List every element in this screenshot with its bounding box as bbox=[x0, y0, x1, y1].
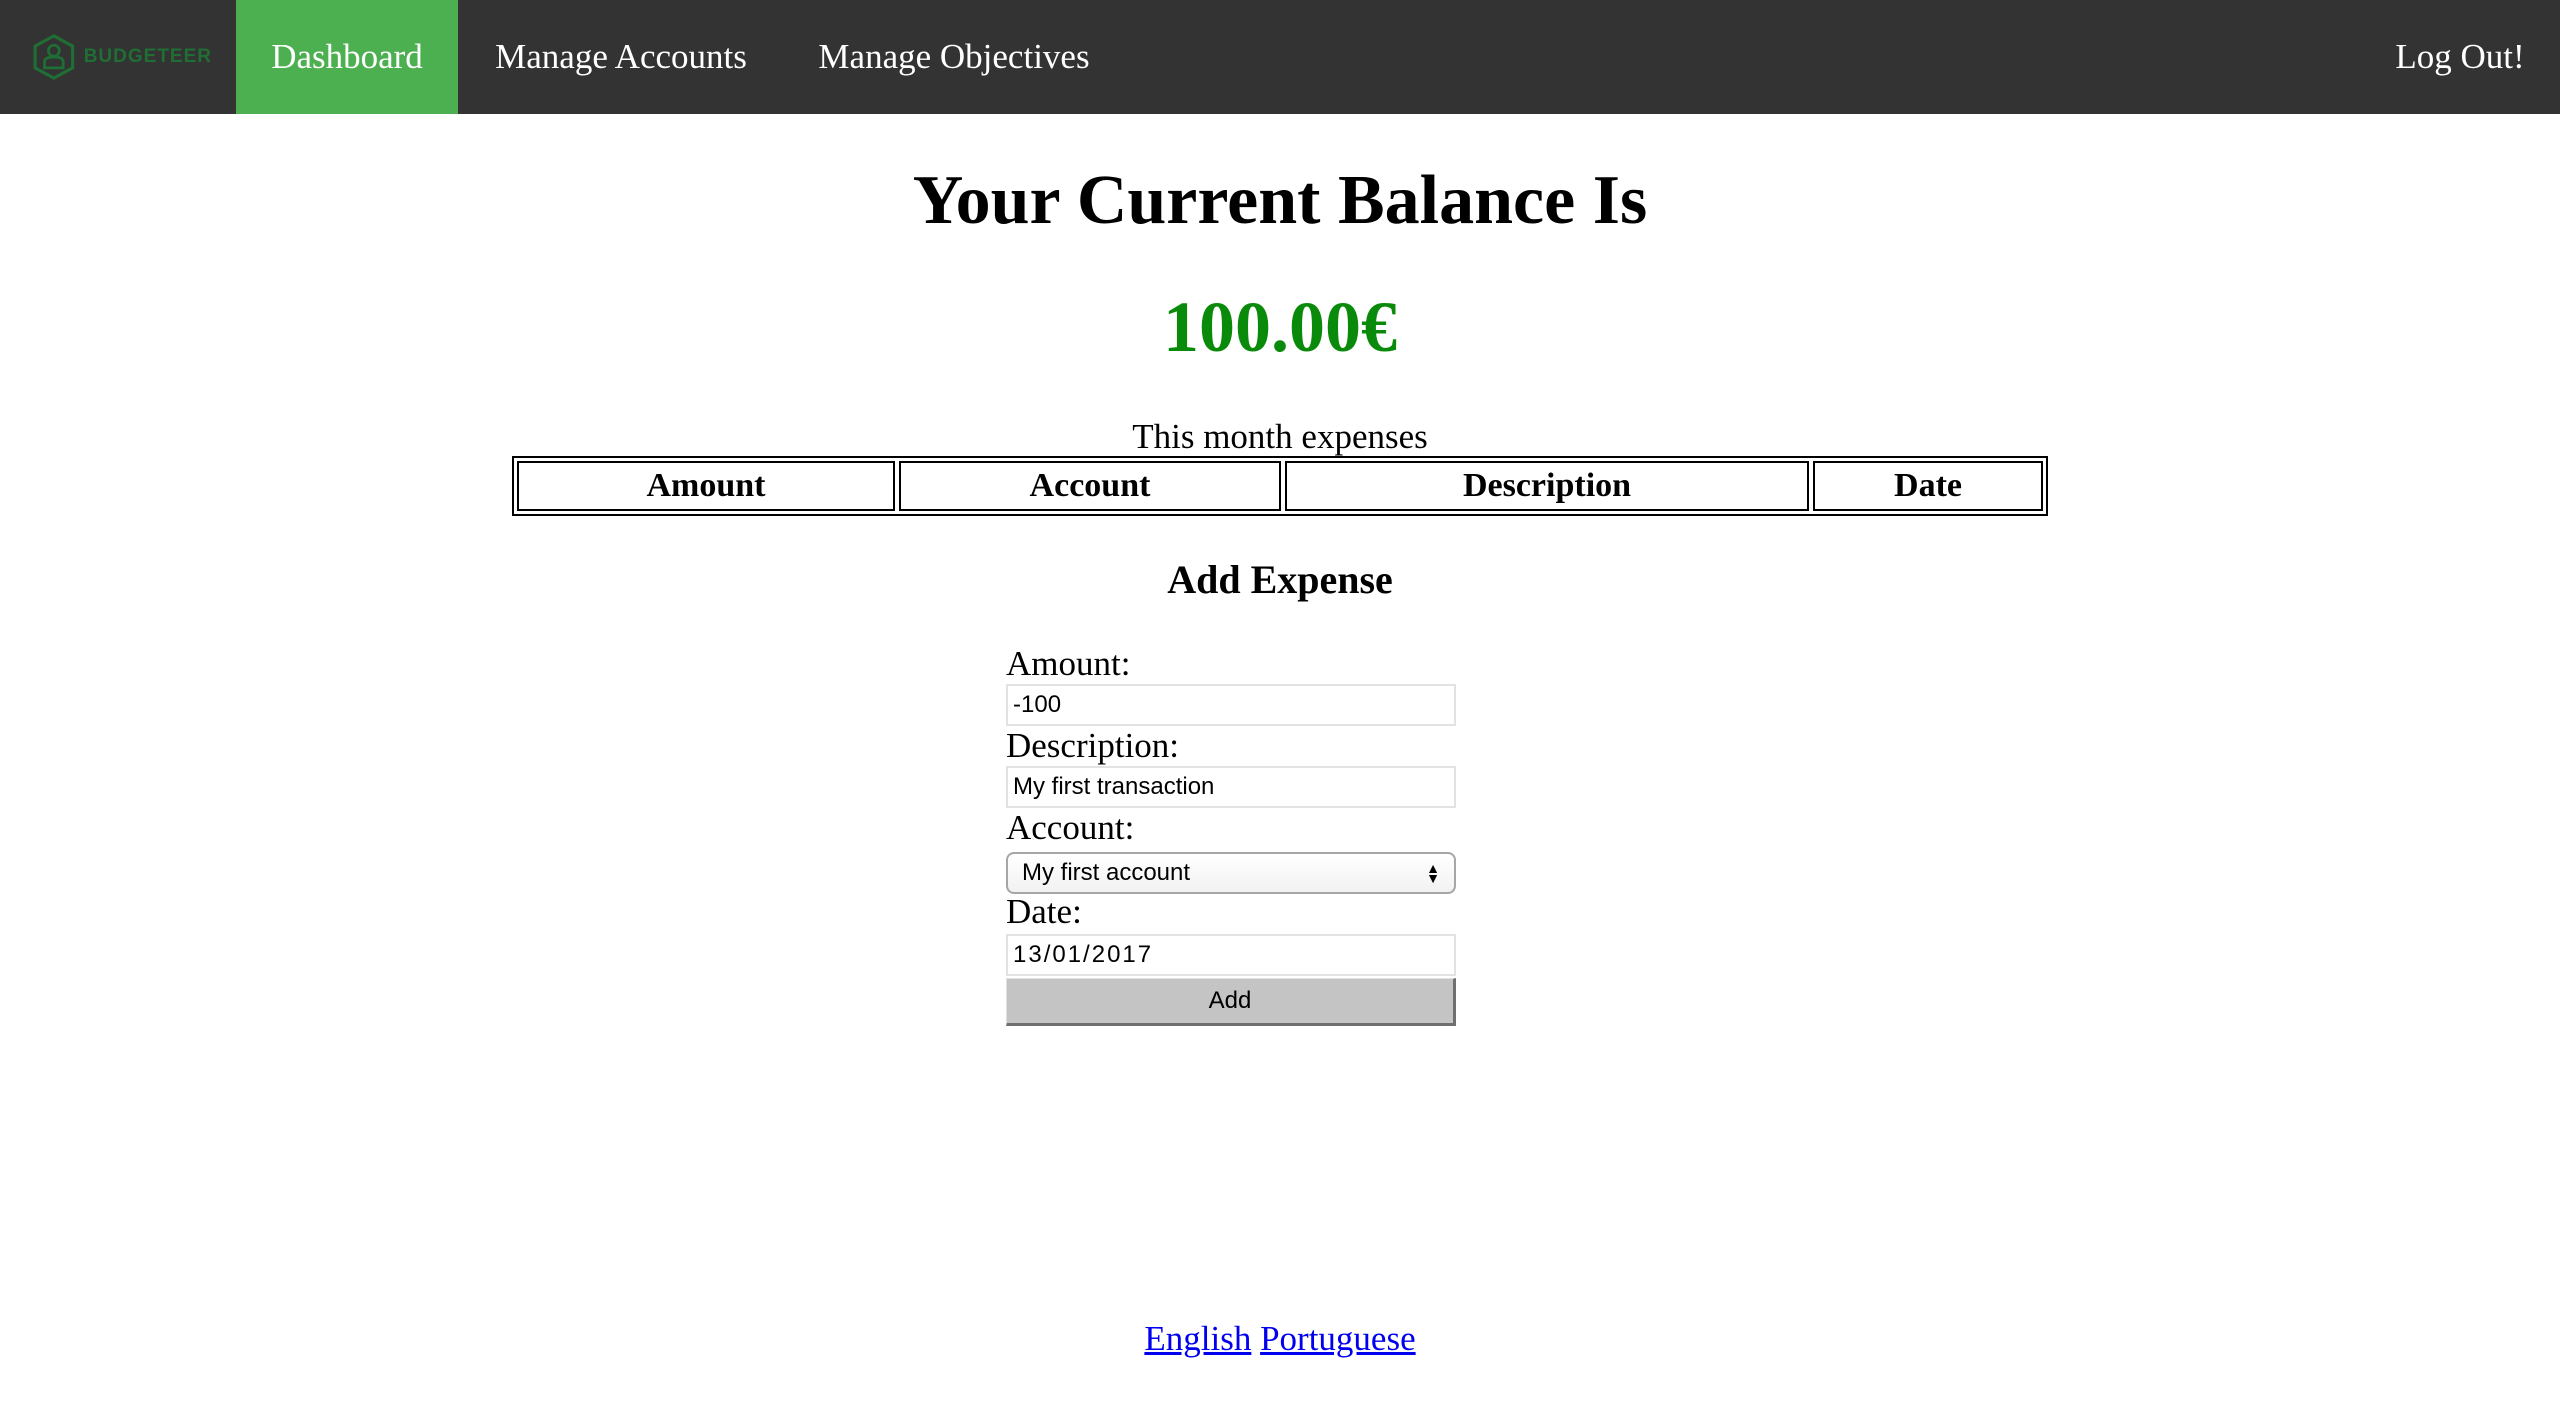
amount-input[interactable] bbox=[1013, 686, 1449, 724]
description-input[interactable] bbox=[1013, 768, 1449, 806]
language-link-portuguese[interactable]: Portuguese bbox=[1260, 1319, 1416, 1358]
column-header-amount: Amount bbox=[517, 461, 895, 511]
language-link-english[interactable]: English bbox=[1144, 1319, 1251, 1358]
budgeteer-logo[interactable]: BUDGETEER bbox=[32, 24, 212, 90]
nav-manage-accounts[interactable]: Manage Accounts bbox=[458, 0, 784, 114]
add-expense-title: Add Expense bbox=[1167, 557, 1393, 602]
amount-field[interactable] bbox=[1006, 684, 1456, 726]
date-input[interactable] bbox=[1013, 936, 1449, 974]
logo-text: BUDGETEER bbox=[83, 46, 212, 67]
balance-title: Your Current Balance Is bbox=[912, 162, 1648, 239]
top-navbar: BUDGETEER Dashboard Manage Accounts Mana… bbox=[0, 0, 2560, 114]
expenses-caption: This month expenses bbox=[1132, 417, 1428, 456]
column-header-date: Date bbox=[1813, 461, 2043, 511]
expenses-table: Amount Account Description Date bbox=[512, 456, 2048, 516]
column-header-account: Account bbox=[899, 461, 1281, 511]
account-select[interactable]: My first account ▲ ▼ bbox=[1006, 852, 1456, 894]
description-label: Description: bbox=[1006, 726, 1180, 765]
nav-manage-objectives[interactable]: Manage Objectives bbox=[784, 0, 1124, 114]
nav-dashboard[interactable]: Dashboard bbox=[236, 0, 458, 114]
logout-link[interactable]: Log Out! bbox=[2360, 0, 2560, 114]
select-arrows-icon: ▲ ▼ bbox=[1426, 860, 1440, 886]
language-switcher: English Portuguese bbox=[0, 1316, 2560, 1362]
add-expense-button[interactable]: Add bbox=[1006, 978, 1456, 1026]
budgeteer-logo-icon bbox=[33, 34, 75, 80]
amount-label: Amount: bbox=[1006, 644, 1131, 683]
date-label: Date: bbox=[1006, 892, 1082, 931]
date-field[interactable] bbox=[1006, 934, 1456, 976]
description-field[interactable] bbox=[1006, 766, 1456, 808]
account-label: Account: bbox=[1006, 808, 1135, 847]
balance-value: 100.00€ bbox=[1163, 287, 1397, 367]
account-selected-value: My first account bbox=[1022, 859, 1191, 886]
column-header-description: Description bbox=[1285, 461, 1809, 511]
